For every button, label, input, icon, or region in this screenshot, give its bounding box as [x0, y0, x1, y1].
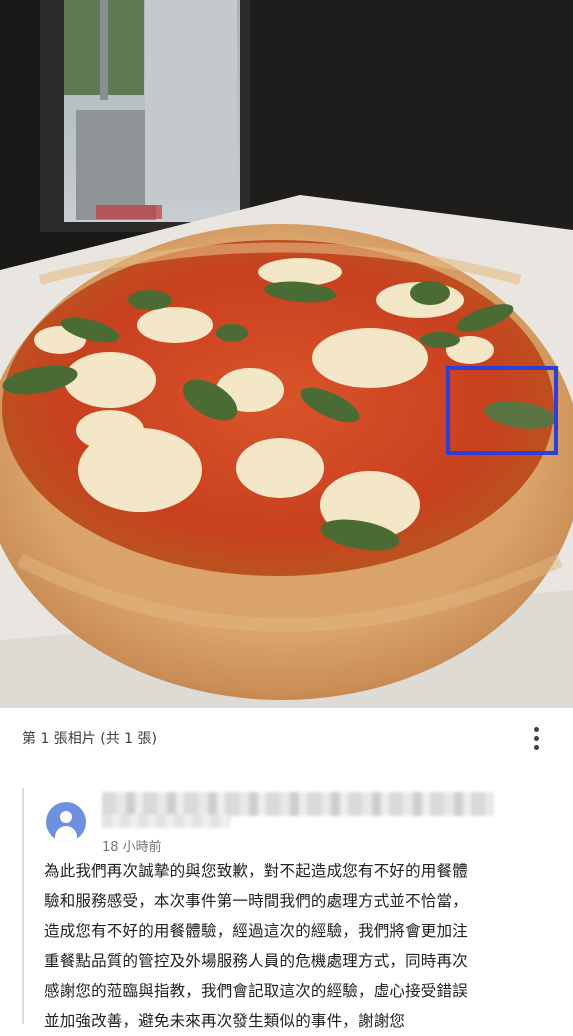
blurred-name: [102, 792, 494, 816]
highlight-box: [446, 366, 558, 455]
more-vert-icon[interactable]: [524, 724, 548, 752]
person-icon[interactable]: [46, 802, 86, 842]
reply-text: 為此我們再次誠摯的與您致歉，對不起造成您有不好的用餐體 驗和服務感受，本次事件第…: [44, 862, 468, 1030]
owner-reply: 18 小時前 為此我們再次誠摯的與您致歉，對不起造成您有不好的用餐體 驗和服務感…: [0, 770, 573, 1030]
photo-counter: 第 1 張相片 (共 1 張): [22, 731, 157, 747]
reply-time: 18 小時前: [102, 840, 162, 855]
photo-caption-bar: 第 1 張相片 (共 1 張): [0, 708, 573, 770]
pizza-image: [0, 0, 573, 708]
reply-thread-line: [22, 788, 24, 1024]
blurred-name-secondary: [102, 814, 230, 828]
review-photo[interactable]: [0, 0, 573, 708]
